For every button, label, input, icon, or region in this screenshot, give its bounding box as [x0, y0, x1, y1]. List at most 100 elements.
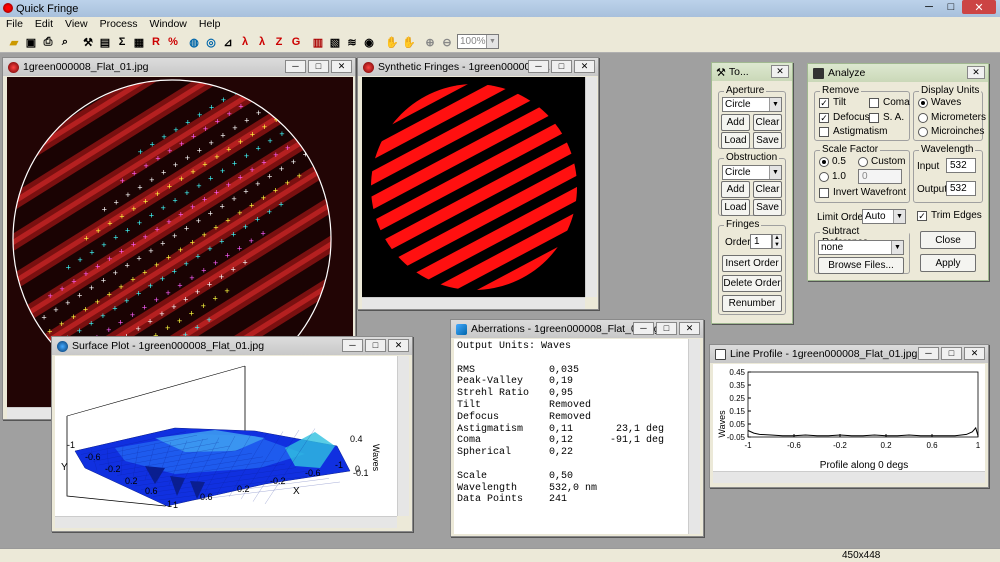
synthetic-fringes-window: Synthetic Fringes - 1green000008_F... ─ □… [357, 57, 599, 310]
fringe-icon[interactable]: ▤ [97, 34, 113, 50]
tools-icon[interactable]: ⚒ [80, 34, 96, 50]
vertical-scrollbar[interactable] [688, 339, 700, 534]
minimize-button[interactable]: ─ [528, 60, 549, 73]
surface-plot[interactable]: 0.4 0 -0.1 Waves Y X -1 -0.6 -0.2 0.2 0.… [55, 356, 397, 516]
defocus-checkbox[interactable]: ✓ [819, 113, 829, 123]
obstruction-load-button[interactable]: Load [721, 199, 750, 216]
aberrations-text-area[interactable]: Output Units: Waves RMS 0,035 Peak-Valley 0… [454, 339, 688, 534]
invert-wavefront-checkbox[interactable] [819, 188, 829, 198]
order-input[interactable]: 1 [750, 234, 772, 249]
close-button[interactable]: ✕ [679, 322, 700, 335]
menu-help[interactable]: Help [193, 17, 227, 31]
hand2-icon[interactable]: ✋ [401, 34, 417, 50]
maximize-button[interactable]: □ [941, 347, 962, 360]
aperture-add-button[interactable]: Add [721, 114, 750, 131]
wave-icon[interactable]: ≋ [344, 34, 360, 50]
zoom-select[interactable]: 100% ▼ [457, 34, 499, 49]
zoom-in-icon[interactable]: ⊕ [422, 34, 438, 50]
menu-edit[interactable]: Edit [29, 17, 59, 31]
percent-icon[interactable]: % [165, 34, 181, 50]
sf-custom-input[interactable]: 0 [858, 169, 902, 184]
aperture-clear-button[interactable]: Clear [753, 114, 782, 131]
close-analyze-button[interactable]: Close [920, 231, 976, 249]
minimize-button[interactable]: ─ [342, 339, 363, 352]
fringes-icon[interactable]: ◉ [361, 34, 377, 50]
profile-line [747, 426, 979, 437]
z-icon[interactable]: Z [271, 34, 287, 50]
limit-order-select[interactable]: Auto ▼ [862, 209, 906, 224]
maximize-button[interactable]: □ [656, 322, 677, 335]
apply-button[interactable]: Apply [920, 254, 976, 272]
tilt-checkbox[interactable]: ✓ [819, 98, 829, 108]
vertical-scrollbar[interactable] [585, 77, 597, 297]
horizontal-scrollbar[interactable] [55, 516, 397, 528]
lambda-icon-2[interactable]: λ [254, 34, 270, 50]
surface-icon[interactable]: ◎ [203, 34, 219, 50]
hand-icon[interactable]: ✋ [384, 34, 400, 50]
close-button[interactable]: ✕ [388, 339, 409, 352]
menu-process[interactable]: Process [94, 17, 144, 31]
r-icon[interactable]: R [148, 34, 164, 50]
close-button[interactable]: ✕ [964, 347, 985, 360]
micrometers-radio[interactable] [918, 113, 928, 123]
grid-icon[interactable]: ▦ [131, 34, 147, 50]
minimize-button[interactable]: ─ [918, 347, 939, 360]
minimize-button[interactable]: ─ [285, 60, 306, 73]
obstruction-add-button[interactable]: Add [721, 181, 750, 198]
coma-checkbox[interactable] [869, 98, 879, 108]
close-button[interactable]: ✕ [331, 60, 352, 73]
close-button[interactable]: ✕ [574, 60, 595, 73]
save-icon[interactable]: ▣ [23, 34, 39, 50]
astigmatism-checkbox[interactable] [819, 127, 829, 137]
print-preview-icon[interactable]: ⌕ [57, 34, 73, 50]
aperture-shape-select[interactable]: Circle ▼ [722, 97, 782, 112]
sa-checkbox[interactable] [869, 113, 879, 123]
waves-radio[interactable] [918, 98, 928, 108]
obstruction-shape-select[interactable]: Circle ▼ [722, 165, 782, 180]
zoom-out-icon[interactable]: ⊖ [439, 34, 455, 50]
open-icon[interactable]: ▰ [6, 34, 22, 50]
maximize-button[interactable]: □ [942, 0, 960, 14]
minimize-button[interactable]: ─ [920, 0, 938, 14]
maximize-button[interactable]: □ [365, 339, 386, 352]
microinches-radio[interactable] [918, 127, 928, 137]
subtract-reference-select[interactable]: none ▼ [818, 240, 904, 255]
horizontal-scrollbar[interactable] [713, 471, 985, 483]
wavelength-output[interactable]: 532 [946, 181, 976, 196]
lambda-icon[interactable]: λ [237, 34, 253, 50]
sf-10-radio[interactable] [819, 172, 829, 182]
trim-edges-checkbox[interactable]: ✓ [917, 211, 927, 221]
aperture-save-button[interactable]: Save [753, 132, 782, 149]
print-icon[interactable]: ⎙ [40, 34, 56, 50]
aperture-load-button[interactable]: Load [721, 132, 750, 149]
maximize-button[interactable]: □ [551, 60, 572, 73]
minimize-button[interactable]: ─ [633, 322, 654, 335]
sf-custom-radio[interactable] [858, 157, 868, 167]
close-button[interactable]: ✕ [962, 0, 996, 14]
obstruction-clear-button[interactable]: Clear [753, 181, 782, 198]
delete-order-button[interactable]: Delete Order [722, 275, 782, 292]
menu-file[interactable]: File [0, 17, 29, 31]
aperture-icon[interactable]: Σ [114, 34, 130, 50]
order-spinner[interactable]: ▲ ▼ [772, 234, 782, 249]
chart-icon[interactable]: ⊿ [220, 34, 236, 50]
sf-05-radio[interactable] [819, 157, 829, 167]
g-icon[interactable]: G [288, 34, 304, 50]
close-button[interactable]: ✕ [771, 65, 789, 78]
bar-icon[interactable]: ▥ [310, 34, 326, 50]
maximize-button[interactable]: □ [308, 60, 329, 73]
menu-view[interactable]: View [59, 17, 94, 31]
globe-icon[interactable]: ◍ [186, 34, 202, 50]
fringe-point: + [219, 273, 224, 283]
menu-window[interactable]: Window [144, 17, 193, 31]
renumber-button[interactable]: Renumber [722, 295, 782, 312]
grayscale-icon[interactable]: ▧ [327, 34, 343, 50]
fringe-point: + [172, 232, 177, 242]
insert-order-button[interactable]: Insert Order [722, 255, 782, 272]
close-button[interactable]: ✕ [967, 66, 985, 79]
browse-files-button[interactable]: Browse Files... [818, 257, 904, 274]
horizontal-scrollbar[interactable] [362, 297, 585, 309]
obstruction-save-button[interactable]: Save [753, 199, 782, 216]
wavelength-input[interactable]: 532 [946, 158, 976, 173]
vertical-scrollbar[interactable] [397, 356, 409, 516]
